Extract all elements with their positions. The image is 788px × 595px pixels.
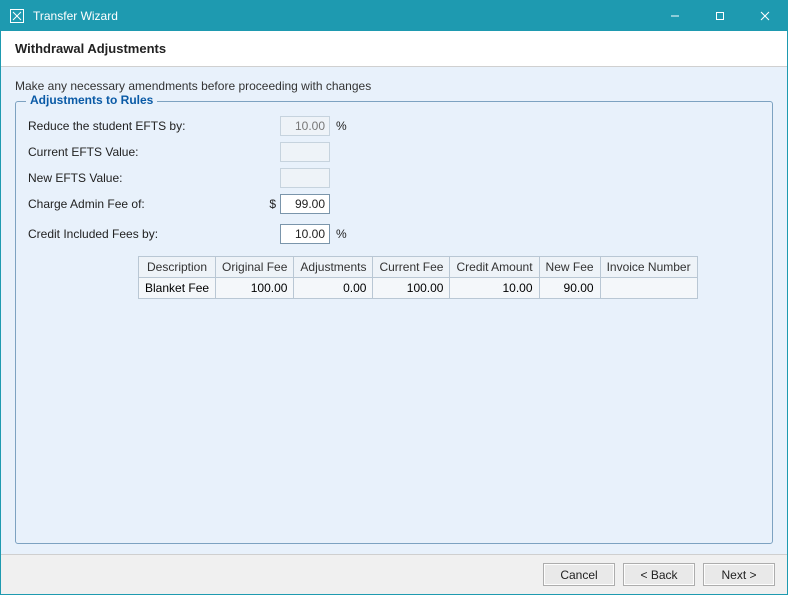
table-header-row: Description Original Fee Adjustments Cur… <box>139 257 698 278</box>
page-header: Withdrawal Adjustments <box>1 31 787 67</box>
credit-fees-label: Credit Included Fees by: <box>28 227 268 241</box>
current-efts-input[interactable] <box>280 142 330 162</box>
col-invoice-number[interactable]: Invoice Number <box>600 257 697 278</box>
col-adjustments[interactable]: Adjustments <box>294 257 373 278</box>
col-credit-amount[interactable]: Credit Amount <box>450 257 539 278</box>
row-new-efts: New EFTS Value: <box>28 168 760 188</box>
adjustments-groupbox: Adjustments to Rules Reduce the student … <box>15 101 773 544</box>
next-button[interactable]: Next > <box>703 563 775 586</box>
page-content: Make any necessary amendments before pro… <box>1 67 787 554</box>
wizard-window: Transfer Wizard Withdrawal Adjustments M… <box>0 0 788 595</box>
reduce-efts-input[interactable] <box>280 116 330 136</box>
admin-fee-input[interactable] <box>280 194 330 214</box>
app-icon <box>9 8 25 24</box>
cell-new-fee: 90.00 <box>539 278 600 299</box>
credit-fees-unit: % <box>336 227 347 241</box>
back-button[interactable]: < Back <box>623 563 695 586</box>
col-original-fee[interactable]: Original Fee <box>216 257 294 278</box>
new-efts-label: New EFTS Value: <box>28 171 268 185</box>
fees-table: Description Original Fee Adjustments Cur… <box>138 256 698 299</box>
table-row[interactable]: Blanket Fee 100.00 0.00 100.00 10.00 90.… <box>139 278 698 299</box>
col-description[interactable]: Description <box>139 257 216 278</box>
maximize-button[interactable] <box>697 1 742 31</box>
page-title: Withdrawal Adjustments <box>15 41 773 56</box>
reduce-efts-label: Reduce the student EFTS by: <box>28 119 268 133</box>
row-current-efts: Current EFTS Value: <box>28 142 760 162</box>
cancel-button[interactable]: Cancel <box>543 563 615 586</box>
admin-fee-label: Charge Admin Fee of: <box>28 197 268 211</box>
currency-symbol: $ <box>268 197 280 211</box>
window-controls <box>652 1 787 31</box>
wizard-footer: Cancel < Back Next > <box>1 554 787 594</box>
instruction-text: Make any necessary amendments before pro… <box>15 79 773 93</box>
cell-credit-amount: 10.00 <box>450 278 539 299</box>
current-efts-label: Current EFTS Value: <box>28 145 268 159</box>
minimize-button[interactable] <box>652 1 697 31</box>
row-credit-fees: Credit Included Fees by: % <box>28 224 760 244</box>
group-legend: Adjustments to Rules <box>26 93 157 107</box>
cell-adjustments: 0.00 <box>294 278 373 299</box>
cell-invoice-number <box>600 278 697 299</box>
cell-current-fee: 100.00 <box>373 278 450 299</box>
row-admin-fee: Charge Admin Fee of: $ <box>28 194 760 214</box>
titlebar: Transfer Wizard <box>1 1 787 31</box>
credit-fees-input[interactable] <box>280 224 330 244</box>
window-title: Transfer Wizard <box>33 9 652 23</box>
col-new-fee[interactable]: New Fee <box>539 257 600 278</box>
col-current-fee[interactable]: Current Fee <box>373 257 450 278</box>
row-reduce-efts: Reduce the student EFTS by: % <box>28 116 760 136</box>
cell-original-fee: 100.00 <box>216 278 294 299</box>
new-efts-input[interactable] <box>280 168 330 188</box>
reduce-efts-unit: % <box>336 119 347 133</box>
cell-description: Blanket Fee <box>139 278 216 299</box>
close-button[interactable] <box>742 1 787 31</box>
